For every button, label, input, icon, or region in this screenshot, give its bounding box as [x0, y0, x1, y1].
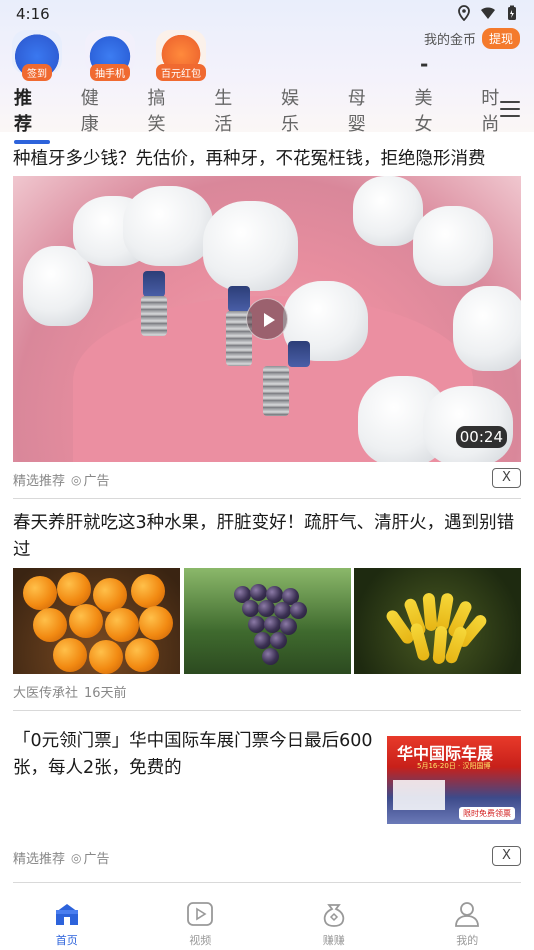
auto-show-banner[interactable]: 华中国际车展 5月16-20日 · 汉阳国博 限时免费领票 — [387, 736, 521, 824]
tooth — [413, 206, 493, 286]
red-envelope-button[interactable]: 百元红包 — [156, 30, 206, 81]
status-icons — [456, 5, 520, 21]
feed-item-title: 种植牙多少钱？先估价，再种牙，不花冤枉钱，拒绝隐形消费 — [13, 149, 486, 169]
checkin-button[interactable]: 签到 — [12, 30, 62, 81]
home-icon — [55, 904, 78, 925]
feed-item-title: 「0元领门票」华中国际车展门票今日最后600张，每人2张，免费的 — [13, 731, 373, 778]
nav-video[interactable]: 视频 — [134, 890, 268, 950]
nav-home[interactable]: 首页 — [0, 890, 134, 950]
nav-profile-label: 我的 — [456, 934, 479, 947]
feed-item-meta: 精选推荐 ◎ 广告 — [13, 848, 110, 868]
feed-item-ad[interactable]: 「0元领门票」华中国际车展门票今日最后600张，每人2张，免费的 华中国际车展 … — [13, 728, 521, 867]
nav-profile[interactable]: 我的 — [401, 890, 534, 950]
implant-screw — [141, 296, 167, 336]
grape-image — [184, 568, 351, 674]
gold-wallet[interactable]: 我的金币 提现 — [424, 28, 520, 49]
dismiss-ad-button[interactable]: X — [492, 468, 521, 488]
implant-abutment — [228, 286, 250, 312]
location-icon — [458, 5, 470, 21]
tab-health[interactable]: 健康 — [67, 84, 117, 136]
feed-item-meta: 精选推荐 ◎ 广告 — [13, 470, 110, 490]
feed-item-video-ad[interactable]: 种植牙多少钱？先估价，再种牙，不花冤枉钱，拒绝隐形消费 00:24 精选推荐 ◎ — [13, 146, 521, 489]
video-thumbnail[interactable]: 00:24 — [13, 176, 521, 462]
category-tabs: 推荐 健康 搞笑 生活 娱乐 母婴 美女 时尚 — [0, 88, 534, 144]
ad-label: 广告 — [83, 474, 110, 489]
status-time: 4:16 — [16, 5, 50, 23]
tab-recommend[interactable]: 推荐 — [0, 84, 50, 144]
divider — [13, 710, 521, 711]
tab-entertainment[interactable]: 娱乐 — [267, 84, 317, 136]
divider — [13, 882, 521, 883]
red-envelope-label: 百元红包 — [156, 64, 206, 81]
dismiss-ad-button[interactable]: X — [492, 846, 521, 866]
nav-earn-label: 赚赚 — [322, 934, 345, 947]
ad-mark-icon: ◎ — [71, 850, 82, 865]
implant-abutment — [143, 271, 165, 297]
bottom-nav: 首页 视频 赚赚 我的 — [0, 890, 534, 950]
ad-mark-icon: ◎ — [71, 472, 82, 487]
feed-time: 16天前 — [84, 686, 127, 701]
tooth — [123, 186, 213, 266]
battery-icon — [508, 5, 516, 20]
feed-item-article[interactable]: 春天养肝就吃这3种水果，肝脏变好！疏肝气、清肝火，遇到别错过 大医传承社 16天… — [13, 510, 521, 701]
banner-date: 5月16-20日 · 汉阳国博 — [417, 762, 491, 770]
nav-video-label: 视频 — [189, 934, 212, 947]
tab-mother-baby[interactable]: 母婴 — [334, 84, 384, 136]
tab-funny[interactable]: 搞笑 — [134, 84, 184, 136]
coin-bag-icon — [323, 904, 344, 927]
divider — [13, 498, 521, 499]
video-duration: 00:24 — [455, 426, 507, 448]
menu-icon[interactable] — [500, 101, 520, 117]
feed-item-meta: 大医传承社 16天前 — [13, 682, 127, 701]
top-header: 4:16 签到 抽手机 百元红包 我的金币 提现 - 推荐 健康 搞笑 生活 娱… — [0, 0, 534, 144]
profile-icon — [455, 902, 480, 927]
implant-abutment — [288, 341, 310, 367]
wifi-icon — [481, 7, 495, 19]
ad-label: 广告 — [83, 852, 110, 867]
implant-screw — [263, 366, 289, 416]
gold-label: 我的金币 — [423, 33, 476, 48]
play-button[interactable] — [246, 298, 288, 340]
buddha-hand-image — [354, 568, 521, 674]
tooth — [203, 201, 298, 291]
gold-value: - — [420, 52, 429, 76]
tab-life[interactable]: 生活 — [200, 84, 250, 136]
withdraw-button[interactable]: 提现 — [481, 28, 520, 49]
banner-cta: 限时免费领票 — [459, 807, 515, 820]
orange-image — [13, 568, 180, 674]
tooth — [453, 286, 521, 371]
feed-source: 精选推荐 — [13, 852, 66, 867]
feed-item-title: 春天养肝就吃这3种水果，肝脏变好！疏肝气、清肝火，遇到别错过 — [13, 513, 515, 560]
feed-source: 精选推荐 — [13, 474, 66, 489]
draw-phone-button[interactable]: 抽手机 — [85, 30, 135, 81]
banner-info-strip — [393, 780, 445, 810]
nav-home-label: 首页 — [55, 934, 78, 947]
checkin-label: 签到 — [22, 64, 52, 81]
draw-phone-label: 抽手机 — [90, 64, 130, 81]
nav-earn[interactable]: 赚赚 — [267, 890, 401, 950]
feed-source: 大医传承社 — [13, 686, 79, 701]
video-play-icon — [187, 902, 214, 926]
tab-beauty[interactable]: 美女 — [401, 84, 451, 136]
tooth — [423, 386, 513, 462]
status-bar: 4:16 — [0, 0, 534, 28]
